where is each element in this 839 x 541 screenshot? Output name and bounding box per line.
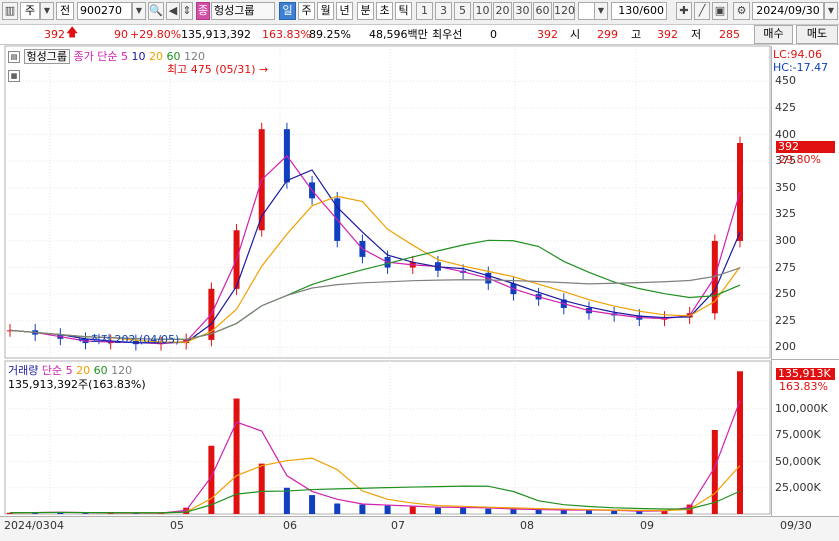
volume-bar bbox=[611, 510, 618, 514]
price-volume-chart[interactable] bbox=[0, 0, 839, 540]
current-price-tag: 392 bbox=[776, 141, 835, 153]
volume-value-text: 135,913,392주(163.83%) bbox=[8, 378, 146, 391]
price-tick-label: 200 bbox=[775, 340, 796, 354]
date-label-05: 05 bbox=[170, 519, 184, 532]
panel-menu-icon[interactable]: ▤ bbox=[8, 51, 20, 63]
volume-bar bbox=[560, 510, 567, 514]
volume-bar bbox=[636, 511, 643, 514]
volume-tick-label: 50,000K bbox=[775, 454, 821, 468]
ma20-label: 20 bbox=[148, 50, 163, 63]
volume-bar bbox=[309, 495, 316, 514]
volume-tick-label: 75,000K bbox=[775, 428, 821, 442]
date-label-04: 04 bbox=[50, 519, 64, 532]
ma10-label: 10 bbox=[131, 50, 146, 63]
volume-bar bbox=[384, 505, 391, 514]
date-label-07: 07 bbox=[391, 519, 405, 532]
volume-bar bbox=[510, 509, 517, 514]
price-panel-name: 헝성그룹 bbox=[23, 49, 70, 64]
price-tick-label: 275 bbox=[775, 260, 796, 274]
volume-bar bbox=[485, 508, 492, 514]
current-volume-tag: 135,913K bbox=[776, 368, 835, 380]
date-label-06: 06 bbox=[283, 519, 297, 532]
price-tick-label: 325 bbox=[775, 207, 796, 221]
price-tick-label: 425 bbox=[775, 100, 796, 114]
price-tick-label: 225 bbox=[775, 313, 796, 327]
price-tick-label: 350 bbox=[775, 180, 796, 194]
panel-icon-small[interactable]: ▦ bbox=[8, 68, 20, 82]
date-axis: 2024/03 04 05 06 07 08 09 09/30 bbox=[0, 516, 839, 541]
price-tick-label: 450 bbox=[775, 74, 796, 88]
panel-divider bbox=[771, 359, 839, 360]
price-axis bbox=[771, 46, 839, 516]
volume-tick-label: 25,000K bbox=[775, 480, 821, 494]
volume-bar bbox=[283, 487, 290, 514]
volume-tick-label: 100,000K bbox=[775, 402, 828, 415]
hc-label: HC:-17.47 bbox=[773, 61, 829, 74]
date-start: 2024/03 bbox=[4, 519, 50, 532]
date-label-09: 09 bbox=[640, 519, 654, 532]
volume-bar bbox=[460, 507, 467, 514]
volume-bar bbox=[258, 463, 265, 514]
volume-bar bbox=[359, 504, 366, 514]
price-tick-label: 250 bbox=[775, 287, 796, 301]
current-volume-pct: 163.83% bbox=[779, 380, 828, 393]
price-panel bbox=[4, 45, 771, 359]
ma5-label: 5 bbox=[120, 50, 128, 63]
candle bbox=[737, 143, 743, 241]
volume-bar bbox=[409, 506, 416, 514]
date-end: 09/30 bbox=[780, 519, 812, 532]
lc-label: LC:94.06 bbox=[773, 48, 823, 61]
volume-bar bbox=[434, 507, 441, 514]
low-annotation: ← 최저 202 (04/05) bbox=[78, 333, 180, 346]
volume-bar bbox=[233, 398, 240, 514]
price-tick-label: 300 bbox=[775, 233, 796, 247]
price-tick-label: 400 bbox=[775, 127, 796, 141]
current-pct-tag: 29.80% bbox=[779, 153, 821, 166]
volume-bar bbox=[535, 509, 542, 514]
volume-bar bbox=[334, 503, 341, 514]
high-annotation: 최고 475 (05/31) → bbox=[167, 63, 269, 76]
date-label-08: 08 bbox=[520, 519, 534, 532]
ma-label: 종가 단순 bbox=[73, 50, 118, 63]
